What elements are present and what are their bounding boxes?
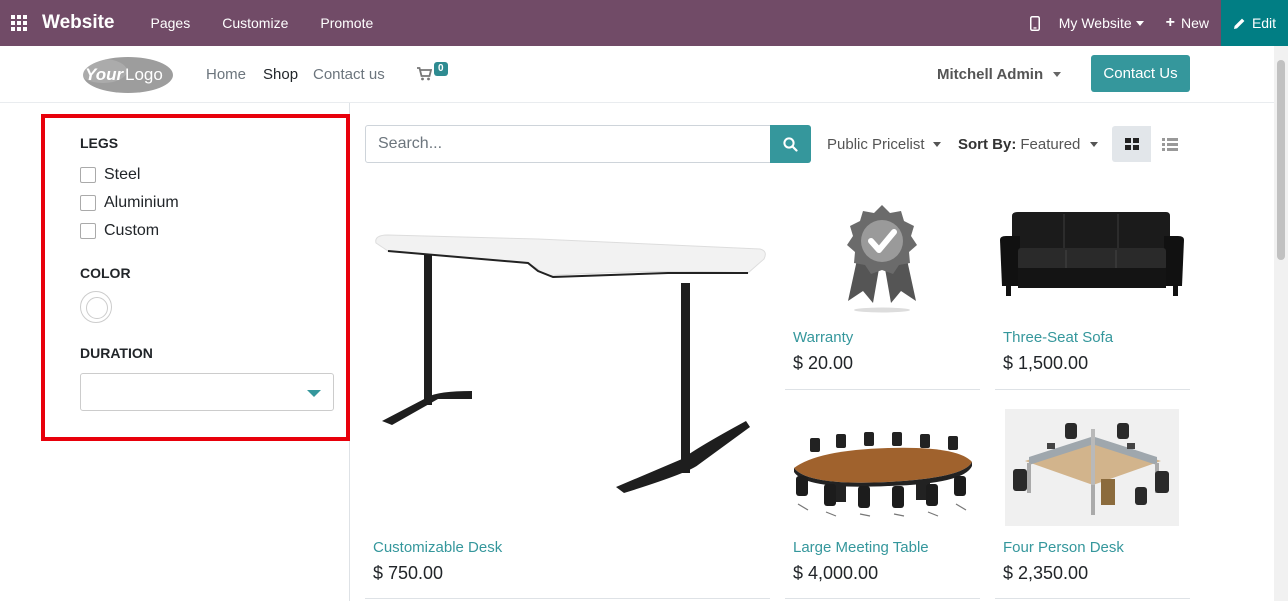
card-divider bbox=[785, 598, 980, 599]
nav-shop[interactable]: Shop bbox=[263, 66, 298, 83]
sort-value: Featured bbox=[1020, 136, 1081, 153]
sort-label: Sort By: bbox=[958, 136, 1017, 153]
site-header: Your Logo Home Shop Contact us 0 Mitchel… bbox=[0, 46, 1274, 103]
new-label: New bbox=[1180, 15, 1209, 31]
svg-text:Logo: Logo bbox=[125, 65, 163, 84]
scrollbar-thumb[interactable] bbox=[1277, 60, 1285, 260]
filter-option-label: Steel bbox=[104, 166, 141, 183]
filter-option-aluminium[interactable]: Aluminium bbox=[80, 194, 179, 212]
filter-option-steel[interactable]: Steel bbox=[80, 166, 140, 184]
product-price: $ 20.00 bbox=[793, 353, 854, 373]
card-divider bbox=[365, 598, 770, 599]
chevron-down-icon bbox=[932, 142, 941, 147]
pricelist-label: Public Pricelist bbox=[827, 136, 925, 153]
edit-label: Edit bbox=[1251, 15, 1277, 31]
menu-promote[interactable]: Promote bbox=[316, 15, 377, 31]
checkbox[interactable] bbox=[80, 195, 96, 211]
product-image-desk[interactable] bbox=[368, 225, 768, 495]
app-title[interactable]: Website bbox=[42, 12, 115, 34]
product-image-sofa[interactable] bbox=[998, 210, 1186, 302]
menu-pages[interactable]: Pages bbox=[147, 15, 195, 31]
filter-option-custom[interactable]: Custom bbox=[80, 222, 159, 240]
product-name[interactable]: Customizable Desk bbox=[373, 539, 502, 556]
color-swatch[interactable] bbox=[80, 291, 112, 323]
list-view-icon bbox=[1162, 137, 1178, 151]
plus-icon: + bbox=[1165, 14, 1175, 31]
duration-select[interactable] bbox=[80, 373, 334, 411]
search-input[interactable]: Search... bbox=[365, 125, 771, 163]
apps-grid-icon[interactable] bbox=[0, 0, 38, 46]
nav-home[interactable]: Home bbox=[206, 66, 246, 83]
product-price: $ 1,500.00 bbox=[1003, 353, 1089, 373]
company-logo[interactable]: Your Logo bbox=[80, 54, 174, 94]
product-image-four-person-desk[interactable] bbox=[1005, 409, 1179, 526]
svg-text:Your: Your bbox=[85, 65, 124, 84]
product-name[interactable]: Warranty bbox=[793, 329, 853, 346]
search-button[interactable] bbox=[770, 125, 811, 163]
product-image-warranty-badge[interactable] bbox=[838, 203, 926, 313]
product-image-meeting-table[interactable] bbox=[788, 428, 976, 518]
search-icon bbox=[783, 136, 798, 152]
checkbox[interactable] bbox=[80, 167, 96, 183]
checkbox[interactable] bbox=[80, 223, 96, 239]
product-name[interactable]: Large Meeting Table bbox=[793, 539, 929, 556]
filter-option-label: Aluminium bbox=[104, 194, 179, 211]
edit-button[interactable]: Edit bbox=[1221, 0, 1288, 46]
product-price: $ 4,000.00 bbox=[793, 563, 879, 583]
my-website-dropdown[interactable]: My Website bbox=[1059, 15, 1144, 31]
filter-option-label: Custom bbox=[104, 222, 160, 239]
chevron-down-icon bbox=[1135, 20, 1144, 26]
shopping-cart-icon bbox=[417, 67, 432, 81]
grid-view-button[interactable] bbox=[1112, 126, 1151, 162]
sort-dropdown[interactable]: Sort By: Featured bbox=[958, 136, 1099, 153]
my-website-label: My Website bbox=[1058, 15, 1132, 31]
product-name[interactable]: Three-Seat Sofa bbox=[1003, 329, 1113, 346]
menu-customize[interactable]: Customize bbox=[218, 15, 292, 31]
card-divider bbox=[785, 389, 980, 390]
user-menu[interactable]: Mitchell Admin bbox=[937, 66, 1062, 83]
cart-link[interactable]: 0 bbox=[417, 62, 457, 82]
chevron-down-icon bbox=[1053, 72, 1062, 77]
nav-contact-us[interactable]: Contact us bbox=[313, 66, 385, 83]
duration-filter-title: DURATION bbox=[80, 345, 153, 361]
card-divider bbox=[995, 598, 1190, 599]
list-view-button[interactable] bbox=[1151, 126, 1189, 162]
cart-count-badge: 0 bbox=[434, 62, 448, 76]
chevron-down-icon bbox=[1090, 142, 1099, 147]
legs-filter-title: LEGS bbox=[80, 135, 119, 151]
product-price: $ 2,350.00 bbox=[1003, 563, 1089, 583]
chevron-down-icon bbox=[307, 390, 321, 397]
color-filter-title: COLOR bbox=[80, 265, 131, 281]
user-name: Mitchell Admin bbox=[937, 66, 1044, 83]
new-button[interactable]: + New bbox=[1166, 14, 1209, 32]
pricelist-dropdown[interactable]: Public Pricelist bbox=[827, 136, 941, 153]
pencil-icon bbox=[1233, 18, 1245, 29]
filters-sidebar bbox=[0, 103, 350, 601]
mobile-preview-icon[interactable] bbox=[1025, 0, 1045, 46]
contact-us-button[interactable]: Contact Us bbox=[1091, 55, 1190, 92]
card-divider bbox=[995, 389, 1190, 390]
grid-view-icon bbox=[1124, 138, 1139, 150]
admin-navbar: Website Pages Customize Promote My Websi… bbox=[0, 0, 1288, 46]
product-name[interactable]: Four Person Desk bbox=[1003, 539, 1124, 556]
product-price: $ 750.00 bbox=[373, 563, 444, 583]
